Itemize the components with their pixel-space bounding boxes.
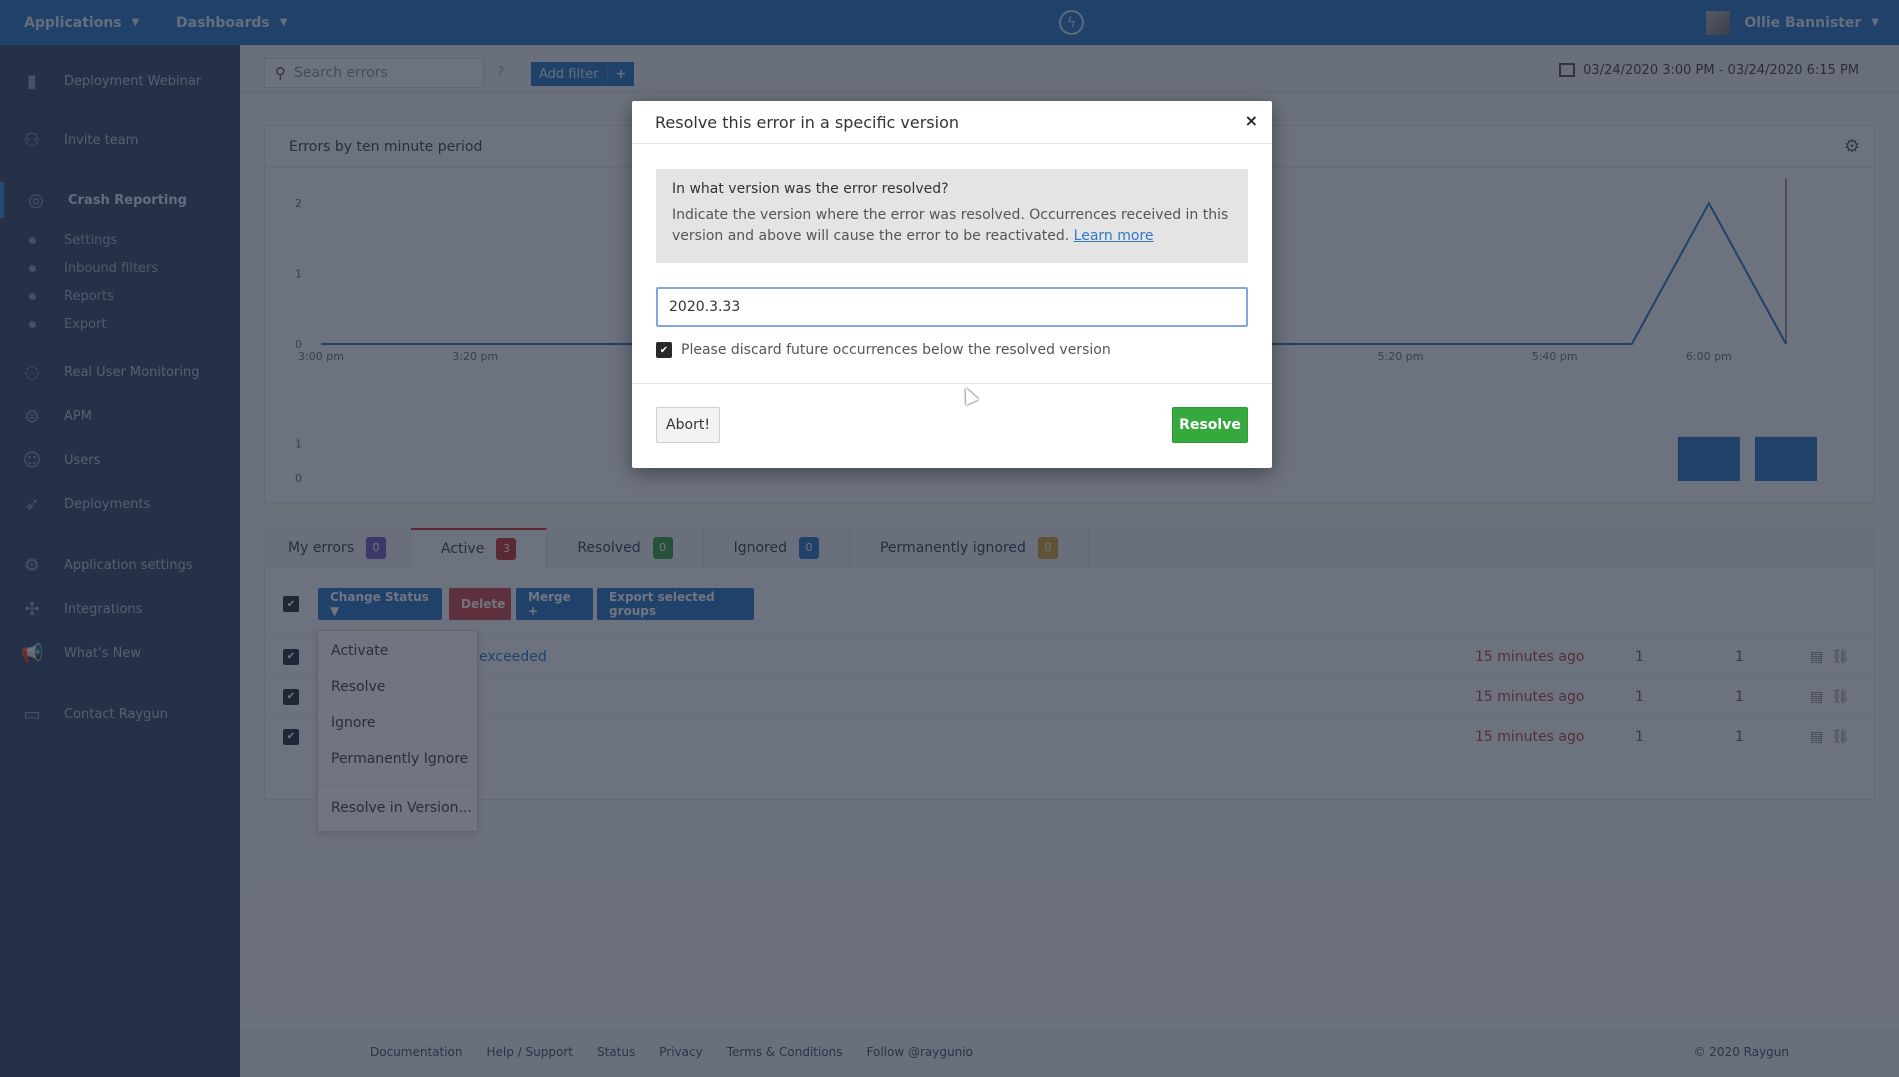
abort-button[interactable]: Abort! <box>656 407 720 443</box>
close-icon[interactable]: × <box>1245 111 1258 130</box>
resolve-in-version-modal: Resolve this error in a specific version… <box>632 101 1272 468</box>
info-question: In what version was the error resolved? <box>672 181 949 197</box>
resolve-button[interactable]: Resolve <box>1172 407 1248 443</box>
version-input[interactable] <box>656 287 1248 327</box>
discard-checkbox[interactable]: ✔ Please discard future occurrences belo… <box>656 342 1111 358</box>
checkbox-checked-icon: ✔ <box>656 342 672 358</box>
modal-divider <box>632 383 1272 384</box>
info-description: Indicate the version where the error was… <box>672 207 1229 244</box>
modal-title: Resolve this error in a specific version <box>632 101 1272 144</box>
info-box: In what version was the error resolved? … <box>656 169 1248 263</box>
learn-more-link[interactable]: Learn more <box>1074 228 1154 244</box>
